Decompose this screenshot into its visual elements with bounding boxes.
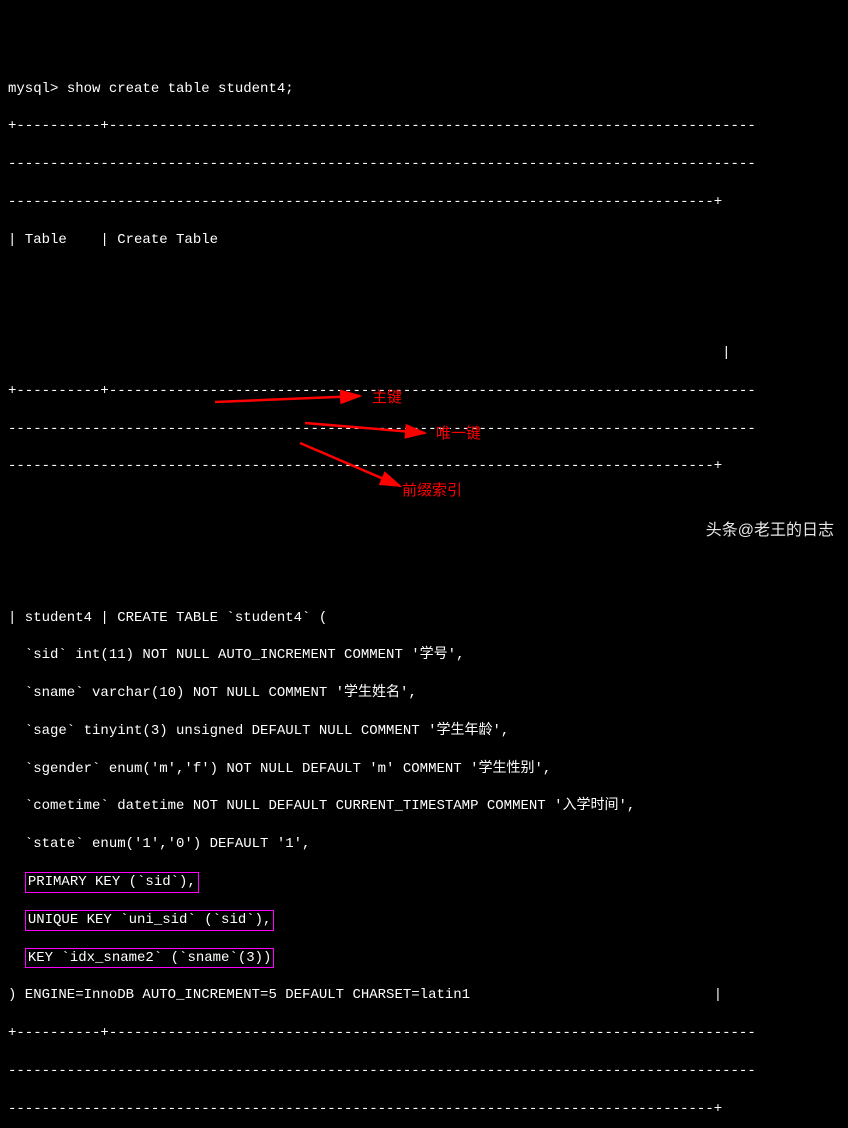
border-line: +----------+----------------------------… (8, 382, 840, 401)
border-line: ----------------------------------------… (8, 155, 840, 174)
column-sname: `sname` varchar(10) NOT NULL COMMENT '学生… (8, 684, 840, 703)
primary-key-line: PRIMARY KEY (`sid`), (8, 873, 840, 892)
column-sage: `sage` tinyint(3) unsigned DEFAULT NULL … (8, 722, 840, 741)
watermark-handle: @老王的日志 (738, 522, 834, 539)
annotation-prefix-index: 前缀索引 (402, 481, 462, 501)
primary-key-highlight: PRIMARY KEY (`sid`), (25, 872, 199, 893)
blank-line (8, 268, 840, 287)
border-line: ----------------------------------------… (8, 457, 840, 476)
engine-line: ) ENGINE=InnoDB AUTO_INCREMENT=5 DEFAULT… (8, 986, 840, 1005)
watermark-prefix: 头条 (706, 522, 738, 539)
annotation-primary-key: 主键 (372, 388, 402, 408)
blank-line (8, 571, 840, 590)
column-cometime: `cometime` datetime NOT NULL DEFAULT CUR… (8, 797, 840, 816)
unique-key-highlight: UNIQUE KEY `uni_sid` (`sid`), (25, 910, 275, 931)
border-line: ----------------------------------------… (8, 1062, 840, 1081)
watermark: 头条@老王的日志 (697, 499, 834, 542)
command-line[interactable]: mysql> show create table student4; (8, 80, 840, 99)
header-end: | (8, 344, 840, 363)
annotation-unique-key: 唯一键 (436, 424, 481, 444)
table-header: | Table | Create Table (8, 231, 840, 250)
border-line: +----------+----------------------------… (8, 1024, 840, 1043)
create-table-start: | student4 | CREATE TABLE `student4` ( (8, 609, 840, 628)
sql-command: show create table student4; (67, 81, 294, 97)
border-line: ----------------------------------------… (8, 420, 840, 439)
index-key-highlight: KEY `idx_sname2` (`sname`(3)) (25, 948, 275, 969)
border-line: ----------------------------------------… (8, 193, 840, 212)
column-state: `state` enum('1','0') DEFAULT '1', (8, 835, 840, 854)
mysql-prompt: mysql> (8, 81, 67, 97)
column-sgender: `sgender` enum('m','f') NOT NULL DEFAULT… (8, 760, 840, 779)
index-key-line: KEY `idx_sname2` (`sname`(3)) (8, 949, 840, 968)
unique-key-line: UNIQUE KEY `uni_sid` (`sid`), (8, 911, 840, 930)
border-line: ----------------------------------------… (8, 1100, 840, 1119)
border-line: +----------+----------------------------… (8, 117, 840, 136)
blank-line (8, 306, 840, 325)
column-sid: `sid` int(11) NOT NULL AUTO_INCREMENT CO… (8, 646, 840, 665)
